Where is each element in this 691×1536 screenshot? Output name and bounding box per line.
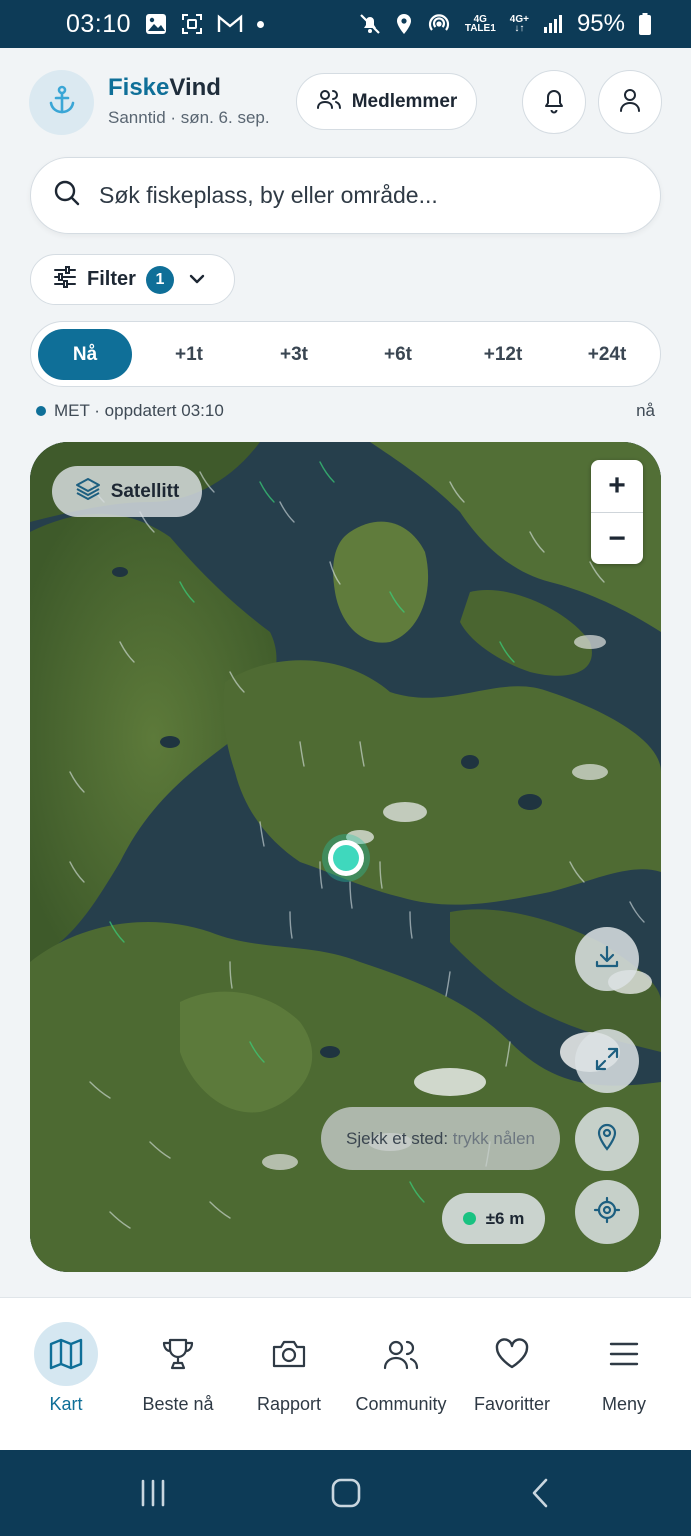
nav-best-now[interactable]: Beste nå xyxy=(123,1322,233,1422)
profile-button[interactable] xyxy=(598,70,662,134)
notification-dot xyxy=(257,20,265,28)
live-indicator xyxy=(36,406,46,416)
notifications-button[interactable] xyxy=(522,70,586,134)
search-icon xyxy=(53,179,81,212)
tab-plus-3h[interactable]: +3t xyxy=(247,329,341,380)
nav-report[interactable]: Rapport xyxy=(234,1322,344,1422)
nav-favorites[interactable]: Favoritter xyxy=(457,1322,567,1422)
forecast-time-tabs: Nå +1t +3t +6t +12t +24t xyxy=(30,321,661,387)
anchor-icon xyxy=(46,84,78,121)
layer-toggle-button[interactable]: Satellitt xyxy=(52,466,202,517)
download-button[interactable] xyxy=(575,927,639,991)
users-icon xyxy=(316,87,342,117)
search-input[interactable] xyxy=(99,182,639,209)
screenshot-icon xyxy=(181,13,203,35)
sliders-icon xyxy=(53,265,77,294)
brand-part-2: Vind xyxy=(169,74,221,101)
system-navigation-bar xyxy=(0,1450,691,1536)
network-type: 4G TALE1 xyxy=(464,14,496,34)
app-header: FiskeVind Sanntid · søn. 6. sep. Medlemm… xyxy=(0,48,691,158)
search-bar[interactable] xyxy=(30,157,661,234)
bottom-navigation: Kart Beste nå Rapport Community Favoritt… xyxy=(0,1297,691,1450)
fullscreen-button[interactable] xyxy=(575,1029,639,1093)
expand-icon xyxy=(594,1046,620,1077)
accuracy-value: ±6 m xyxy=(485,1208,525,1228)
filter-count-badge: 1 xyxy=(145,265,174,294)
camera-icon xyxy=(257,1322,321,1386)
layers-icon xyxy=(75,477,101,507)
tab-plus-12h[interactable]: +12t xyxy=(456,329,550,380)
zoom-control: + − xyxy=(591,460,643,564)
signal-icon xyxy=(543,14,563,34)
header-subtitle: Sanntid · søn. 6. sep. xyxy=(108,108,270,127)
tab-now[interactable]: Nå xyxy=(38,329,132,380)
location-icon xyxy=(395,13,413,35)
nav-favorites-label: Favoritter xyxy=(473,1394,551,1414)
nav-menu[interactable]: Meny xyxy=(569,1322,679,1422)
drop-pin-button[interactable] xyxy=(575,1107,639,1171)
chevron-down-icon xyxy=(188,268,206,291)
status-bar: 03:10 4G TALE1 4G+ ↓↑ 95% xyxy=(0,0,691,48)
network-type-2: 4G+ ↓↑ xyxy=(509,14,529,34)
battery-icon xyxy=(639,13,651,35)
map-view[interactable]: Satellitt + − Sjekk et sted: trykk nålen… xyxy=(30,442,661,1272)
map-pin-icon xyxy=(595,1123,619,1156)
location-pin[interactable] xyxy=(322,834,370,882)
gmail-icon xyxy=(217,14,243,34)
layer-label: Satellitt xyxy=(110,480,180,502)
tab-plus-6h[interactable]: +6t xyxy=(351,329,445,380)
nav-best-now-label: Beste nå xyxy=(142,1394,214,1414)
gallery-icon xyxy=(145,13,167,35)
data-source-text: MET · oppdatert 03:10 xyxy=(54,401,224,420)
hint-main: Sjekk et sted: xyxy=(346,1128,449,1148)
mute-icon xyxy=(359,13,381,35)
zoom-in-button[interactable]: + xyxy=(591,460,643,512)
trophy-icon xyxy=(146,1322,210,1386)
brand-part-1: Fiske xyxy=(108,74,170,101)
hotspot-icon xyxy=(427,13,451,35)
update-age: nå xyxy=(636,401,655,420)
back-button[interactable] xyxy=(510,1470,570,1516)
menu-icon xyxy=(592,1322,656,1386)
nav-map-label: Kart xyxy=(49,1394,83,1414)
users-icon xyxy=(369,1322,433,1386)
accuracy-dot xyxy=(462,1212,476,1225)
members-label: Medlemmer xyxy=(351,90,458,112)
app-brand: FiskeVind xyxy=(108,74,221,102)
gps-accuracy-chip: ±6 m xyxy=(442,1193,545,1244)
crosshair-icon xyxy=(593,1196,621,1229)
filter-label: Filter xyxy=(87,268,136,290)
nav-community[interactable]: Community xyxy=(346,1322,456,1422)
home-button[interactable] xyxy=(316,1470,376,1516)
members-button[interactable]: Medlemmer xyxy=(296,73,477,130)
check-location-hint: Sjekk et sted: trykk nålen xyxy=(321,1107,560,1170)
battery-percent: 95% xyxy=(576,10,625,37)
map-icon xyxy=(34,1322,98,1386)
zoom-out-button[interactable]: − xyxy=(591,513,643,564)
nav-report-label: Rapport xyxy=(256,1394,322,1414)
heart-icon xyxy=(480,1322,544,1386)
nav-map[interactable]: Kart xyxy=(11,1322,121,1422)
user-icon xyxy=(618,87,642,118)
tab-plus-24h[interactable]: +24t xyxy=(560,329,654,380)
download-icon xyxy=(594,944,620,975)
nav-community-label: Community xyxy=(355,1394,447,1414)
tab-plus-1h[interactable]: +1t xyxy=(142,329,236,380)
nav-menu-label: Meny xyxy=(601,1394,646,1414)
app-logo[interactable] xyxy=(29,70,94,135)
my-location-button[interactable] xyxy=(575,1180,639,1244)
bell-icon xyxy=(541,86,567,119)
filter-button[interactable]: Filter 1 xyxy=(30,254,235,305)
status-time: 03:10 xyxy=(66,9,132,38)
hint-muted: trykk nålen xyxy=(452,1128,535,1148)
recent-apps-button[interactable] xyxy=(123,1470,183,1516)
data-source-line: MET · oppdatert 03:10 xyxy=(36,401,224,421)
